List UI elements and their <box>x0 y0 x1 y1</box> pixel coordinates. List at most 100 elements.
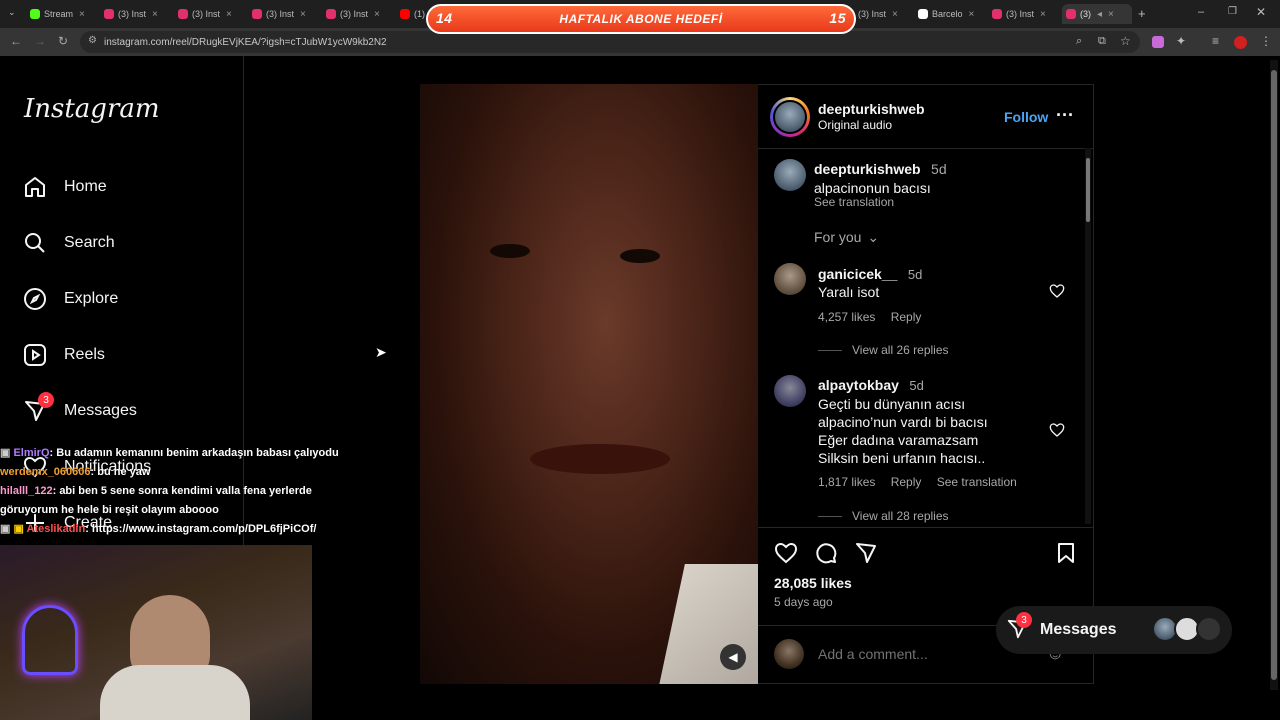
comment-likes[interactable]: 1,817 likes <box>818 475 875 489</box>
comment-text: alpacino’nun vardı bi bacısı <box>818 414 988 430</box>
post-likes[interactable]: 28,085 likes <box>774 575 852 591</box>
nav-reels[interactable]: Reels <box>22 337 105 373</box>
more-options-icon[interactable]: ··· <box>1056 105 1074 126</box>
comment-filter-dropdown[interactable]: For you ⌄ <box>814 229 879 246</box>
nav-messages[interactable]: 3 Messages <box>22 392 137 429</box>
video-frame-detail <box>655 564 758 684</box>
comment-likes[interactable]: 4,257 likes <box>818 310 875 324</box>
chat-user: werdemx_060606 <box>0 466 91 478</box>
instagram-icon <box>252 9 262 19</box>
unread-badge: 3 <box>1016 612 1032 628</box>
reload-icon[interactable]: ↻ <box>58 34 68 48</box>
add-comment-input[interactable]: Add a comment... <box>818 646 928 662</box>
like-comment-icon[interactable] <box>1049 422 1065 443</box>
caption-author[interactable]: deepturkishweb <box>814 161 921 177</box>
tiktok-icon <box>918 9 928 19</box>
reply-button[interactable]: Reply <box>891 475 922 489</box>
subscriber-goal-banner: 14 HAFTALIK ABONE HEDEFİ 15 <box>426 4 856 34</box>
neon-sign <box>22 605 78 675</box>
extensions-puzzle-icon[interactable]: ✦ <box>1176 34 1186 48</box>
tab-instagram[interactable]: (3) Inst × <box>326 4 390 24</box>
save-icon[interactable] <box>1054 541 1078 570</box>
see-translation-link[interactable]: See translation <box>937 475 1017 489</box>
comment-icon[interactable] <box>814 541 838 570</box>
menu-kebab-icon[interactable]: ⋮ <box>1260 34 1272 48</box>
bookmark-star-icon[interactable]: ☆ <box>1120 34 1131 48</box>
close-icon[interactable]: × <box>1040 9 1046 20</box>
instagram-icon <box>178 9 188 19</box>
new-tab-icon[interactable]: + <box>1138 6 1146 21</box>
close-icon[interactable]: × <box>226 9 232 20</box>
post-author[interactable]: deepturkishweb <box>818 101 925 117</box>
follow-button[interactable]: Follow <box>1004 109 1048 125</box>
tab-instagram[interactable]: (3) Inst × <box>992 4 1056 24</box>
share-icon[interactable] <box>854 541 878 570</box>
tab-search-icon[interactable]: ⌄ <box>8 7 16 18</box>
compass-icon <box>22 286 48 312</box>
chat-message: hilalll_122: abi ben 5 sene sonra kendim… <box>0 482 360 501</box>
reply-button[interactable]: Reply <box>891 310 922 324</box>
avatar <box>1196 616 1222 642</box>
forward-icon[interactable]: → <box>34 34 46 48</box>
tab-label: (3) Inst <box>858 9 887 19</box>
tab-instagram[interactable]: (3) Inst × <box>252 4 316 24</box>
tab-instagram[interactable]: (3) Inst × <box>104 4 168 24</box>
messages-pill[interactable]: 3 Messages <box>996 606 1232 654</box>
avatar[interactable] <box>774 375 806 407</box>
instagram-logo[interactable]: Instagram <box>24 94 160 124</box>
comment-author[interactable]: ganicicek__ <box>818 266 897 282</box>
view-replies-button[interactable]: View all 28 replies <box>818 509 949 523</box>
site-info-icon[interactable]: ⚙ <box>88 35 97 46</box>
page-scrollbar[interactable] <box>1270 60 1278 690</box>
window-close-icon[interactable]: ✕ <box>1256 5 1266 19</box>
avatar[interactable] <box>774 263 806 295</box>
profile-avatar[interactable] <box>1234 36 1247 49</box>
reel-video[interactable]: ◀ <box>420 84 758 684</box>
audio-link[interactable]: Original audio <box>818 118 892 132</box>
install-icon[interactable]: ⧉ <box>1098 35 1106 48</box>
tab-stream[interactable]: Stream × <box>30 4 94 24</box>
extension-icon[interactable] <box>1152 36 1164 48</box>
scrollbar-thumb[interactable] <box>1086 158 1090 222</box>
post-panel: deepturkishweb Original audio Follow ···… <box>758 84 1094 684</box>
close-icon[interactable]: × <box>892 9 898 20</box>
scrollbar-thumb[interactable] <box>1271 70 1277 680</box>
close-icon[interactable]: × <box>969 9 975 20</box>
comment-time: 5d <box>907 267 923 282</box>
avatar[interactable] <box>774 159 806 191</box>
close-icon[interactable]: × <box>152 9 158 20</box>
mute-icon[interactable]: ◀ <box>720 644 746 670</box>
comments-scrollbar[interactable] <box>1085 148 1091 524</box>
tab-youtube[interactable]: (1) <box>400 4 426 24</box>
tab-instagram-active[interactable]: (3) ◂ × <box>1062 4 1132 24</box>
divider <box>758 527 1094 528</box>
tab-label: Barcelo <box>932 9 963 19</box>
goal-title: HAFTALIK ABONE HEDEFİ <box>559 12 723 26</box>
media-icon[interactable]: ≡ <box>1212 34 1219 48</box>
nav-search[interactable]: Search <box>22 225 115 261</box>
close-icon[interactable]: × <box>1108 9 1114 20</box>
maximize-icon[interactable]: ❐ <box>1228 6 1237 17</box>
zoom-icon[interactable]: ⌕ <box>1076 35 1082 48</box>
view-replies-button[interactable]: View all 26 replies <box>818 343 949 357</box>
close-icon[interactable]: × <box>79 9 85 20</box>
see-translation-link[interactable]: See translation <box>814 195 894 209</box>
nav-home[interactable]: Home <box>22 169 107 205</box>
close-icon[interactable]: × <box>300 9 306 20</box>
back-icon[interactable]: ← <box>10 34 22 48</box>
streamer-hoodie <box>100 665 250 720</box>
tab-tiktok[interactable]: Barcelo × <box>918 4 982 24</box>
cursor-icon: ➤ <box>375 344 387 360</box>
minimize-icon[interactable]: – <box>1198 6 1204 18</box>
youtube-icon <box>400 9 410 19</box>
nav-explore[interactable]: Explore <box>22 281 118 317</box>
url-field[interactable]: ⚙ instagram.com/reel/DRugkEVjKEA/?igsh=c… <box>80 31 1140 53</box>
tab-instagram[interactable]: (3) Inst × <box>178 4 242 24</box>
comment-author[interactable]: alpaytokbay <box>818 377 899 393</box>
view-replies-label: View all 26 replies <box>852 343 949 357</box>
instagram-icon <box>104 9 114 19</box>
avatar[interactable] <box>773 100 807 134</box>
like-comment-icon[interactable] <box>1049 283 1065 304</box>
like-icon[interactable] <box>774 541 798 570</box>
close-icon[interactable]: × <box>374 9 380 20</box>
